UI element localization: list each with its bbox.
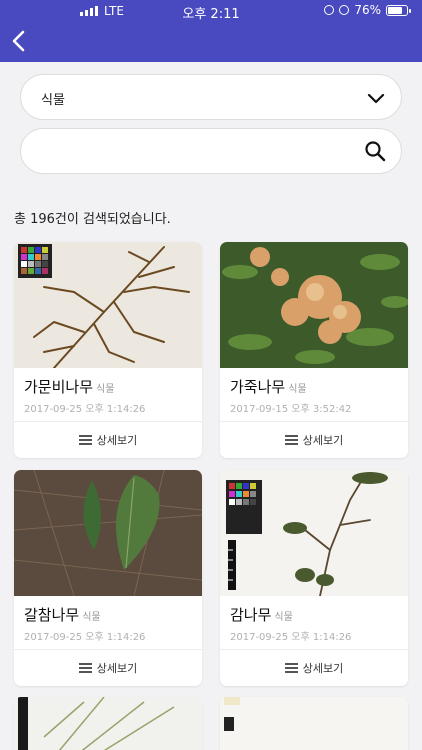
detail-label: 상세보기: [96, 662, 138, 675]
result-count: 총 196건이 검색되었습니다.: [14, 212, 171, 227]
battery-icon: [386, 4, 411, 16]
plant-card[interactable]: 감나무 식물 2017-09-25 오후 1:14:26 상세보기: [220, 470, 408, 686]
chevron-down-icon: [367, 93, 385, 104]
search-icon[interactable]: [363, 139, 387, 163]
list-icon: [284, 435, 298, 445]
plant-date: 2017-09-15 오후 3:52:42: [230, 404, 352, 415]
chevron-left-icon: [12, 30, 25, 52]
detail-button[interactable]: 상세보기: [220, 422, 408, 458]
plant-thumbnail: [220, 242, 408, 368]
plant-date: 2017-09-25 오후 1:14:26: [230, 632, 352, 643]
plant-thumbnail: [220, 697, 408, 750]
plant-name: 갈참나무: [24, 606, 80, 624]
category-select[interactable]: 식물: [20, 74, 402, 120]
plant-type: 식물: [274, 612, 293, 623]
search-box: [20, 128, 402, 174]
search-input[interactable]: [39, 129, 359, 173]
plant-card[interactable]: 가죽나무 식물 2017-09-15 오후 3:52:42 상세보기: [220, 242, 408, 458]
header-bar: LTE 오후 2:11 76%: [0, 0, 422, 62]
detail-button[interactable]: 상세보기: [14, 422, 202, 458]
detail-button[interactable]: 상세보기: [220, 650, 408, 686]
plant-card[interactable]: 가문비나무 식물 2017-09-25 오후 1:14:26 상세보기: [14, 242, 202, 458]
detail-label: 상세보기: [96, 434, 138, 447]
list-icon: [284, 663, 298, 673]
category-select-value: 식물: [41, 93, 65, 108]
plant-name: 감나무: [230, 606, 272, 624]
plant-type: 식물: [288, 384, 307, 395]
back-button[interactable]: [4, 26, 34, 56]
plant-card[interactable]: [14, 697, 202, 750]
plant-name: 가문비나무: [24, 378, 94, 396]
detail-label: 상세보기: [302, 662, 344, 675]
plant-card[interactable]: 갈참나무 식물 2017-09-25 오후 1:14:26 상세보기: [14, 470, 202, 686]
plant-date: 2017-09-25 오후 1:14:26: [24, 632, 146, 643]
plant-type: 식물: [82, 612, 101, 623]
plant-thumbnail: [14, 697, 202, 750]
plant-date: 2017-09-25 오후 1:14:26: [24, 404, 146, 415]
plant-thumbnail: [14, 470, 202, 596]
battery-percent: 76%: [354, 3, 381, 17]
plant-type: 식물: [96, 384, 115, 395]
rotation-lock-icon: [324, 5, 335, 15]
list-icon: [78, 435, 92, 445]
status-bar: LTE 오후 2:11 76%: [0, 0, 422, 22]
list-icon: [78, 663, 92, 673]
detail-label: 상세보기: [302, 434, 344, 447]
plant-name: 가죽나무: [230, 378, 286, 396]
detail-button[interactable]: 상세보기: [14, 650, 202, 686]
alarm-icon: [339, 5, 350, 15]
plant-thumbnail: [220, 470, 408, 596]
plant-card[interactable]: [220, 697, 408, 750]
plant-thumbnail: [14, 242, 202, 368]
